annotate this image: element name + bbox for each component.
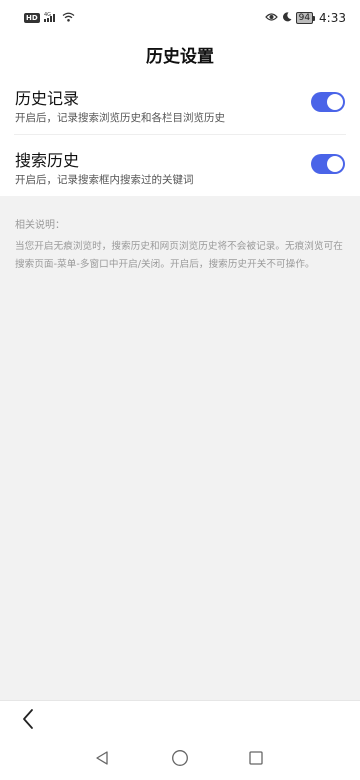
note-label: 相关说明：: [15, 220, 65, 231]
screen: HD 4G 94 4:33 历史设置 历史记录 开启后，记录搜索浏览历史和各栏目…: [0, 0, 360, 780]
back-button[interactable]: [14, 707, 42, 735]
status-bar: HD 4G 94 4:33: [0, 0, 360, 36]
setting-row-history[interactable]: 历史记录 开启后，记录搜索浏览历史和各栏目浏览历史: [0, 72, 360, 134]
header: 历史设置: [0, 36, 360, 72]
moon-icon: [282, 11, 292, 25]
toggle-knob: [327, 156, 343, 172]
settings-list: 历史记录 开启后，记录搜索浏览历史和各栏目浏览历史 搜索历史 开启后，记录搜索框…: [0, 72, 360, 196]
page-title: 历史设置: [146, 46, 214, 67]
battery-level: 94: [295, 12, 314, 24]
battery-icon: 94: [295, 12, 316, 24]
nav-home-button[interactable]: [170, 750, 190, 770]
cell-signal-icon: 4G: [43, 11, 58, 25]
search-history-toggle[interactable]: [311, 154, 345, 174]
chevron-left-icon: [21, 708, 35, 734]
setting-description: 开启后，记录搜索浏览历史和各栏目浏览历史: [15, 112, 225, 124]
toggle-knob: [327, 94, 343, 110]
wifi-icon: [62, 11, 75, 25]
square-recent-icon: [248, 750, 264, 770]
nav-recent-button[interactable]: [246, 750, 266, 770]
setting-description: 开启后，记录搜索框内搜索过的关键词: [15, 174, 194, 186]
status-left: HD 4G: [24, 11, 75, 25]
eye-comfort-icon: [264, 11, 278, 25]
circle-home-icon: [171, 749, 189, 771]
note-text: 当您开启无痕浏览时，搜索历史和网页浏览历史将不会被记录。无痕浏览可在搜索页面-菜…: [15, 241, 343, 270]
triangle-back-icon: [94, 750, 110, 770]
history-toggle[interactable]: [311, 92, 345, 112]
clock: 4:33: [319, 11, 346, 25]
setting-row-search-history[interactable]: 搜索历史 开启后，记录搜索框内搜索过的关键词: [0, 134, 360, 196]
status-right: 94 4:33: [264, 11, 346, 25]
hd-badge: HD: [24, 13, 40, 23]
setting-title: 历史记录: [15, 89, 80, 108]
system-nav-bar: [0, 740, 360, 780]
setting-title: 搜索历史: [15, 151, 80, 170]
nav-back-button[interactable]: [92, 750, 112, 770]
bottom-toolbar: [0, 700, 360, 740]
